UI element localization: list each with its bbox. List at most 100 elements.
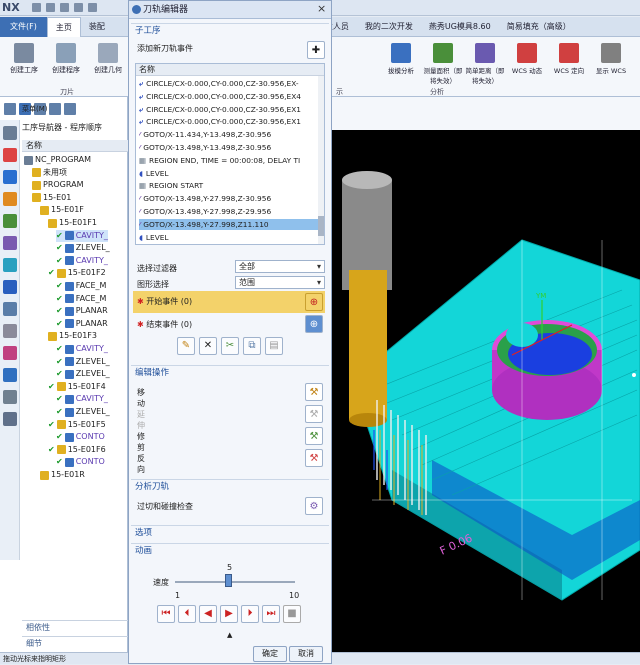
select-end-button[interactable]: ⊕ (305, 315, 323, 333)
edit-icon[interactable]: ✎ (177, 337, 195, 355)
tree-row[interactable]: ✔ 15-E01F4 (48, 381, 106, 393)
history-icon[interactable] (3, 324, 17, 338)
cut-icon[interactable] (74, 3, 83, 12)
tree-row[interactable]: ✔ ZLEVEL_ (56, 242, 110, 254)
tree-row[interactable]: ✔ CONTO (56, 431, 105, 443)
event-row[interactable]: ⤶ CIRCLE/CX-0.000,CY-0.000,CZ-30.956,EX- (139, 78, 319, 89)
method-view-icon[interactable] (64, 103, 76, 115)
delete-icon[interactable]: ✕ (199, 337, 217, 355)
tree-row[interactable]: ✔ ZLEVEL_ (56, 368, 110, 380)
section-edit[interactable]: 编辑操作 (131, 365, 329, 379)
end-event-row[interactable]: ✱ 结束事件 (0) (133, 314, 325, 336)
palette-icon[interactable] (3, 346, 17, 360)
select-start-button[interactable]: ⊕ (305, 293, 323, 311)
tree-row[interactable]: PROGRAM (32, 179, 84, 191)
tree-row[interactable]: ✔ CAVITY_ (56, 255, 108, 267)
tree-row[interactable]: ✔ CONTO (56, 456, 105, 468)
ribbon-tab-6[interactable]: 简易填充（高级） (499, 17, 579, 37)
tree-row[interactable]: 15-E01F3 (48, 330, 97, 342)
event-row[interactable]: ⁄ GOTO/X-13.498,Y-27.998,Z-29.956 (139, 206, 319, 217)
tree-row[interactable]: ✔ ZLEVEL_ (56, 406, 110, 418)
speed-slider-track[interactable] (175, 581, 295, 583)
navigator-icon[interactable] (3, 148, 17, 162)
paste-icon[interactable]: ▤ (265, 337, 283, 355)
machine-icon[interactable] (3, 214, 17, 228)
edit-item-button[interactable]: ⚒ (305, 405, 323, 423)
gouge-check-button[interactable]: ⚙ (305, 497, 323, 515)
event-list-scrollbar[interactable] (318, 76, 324, 244)
tree-row[interactable]: 15-E01 (32, 192, 71, 204)
tree-row[interactable]: ✔ ZLEVEL_ (56, 356, 110, 368)
redo-icon[interactable] (60, 3, 69, 12)
copy-icon[interactable] (88, 3, 97, 12)
filter-select[interactable]: 全部 (235, 260, 325, 273)
ribbon-right-button-2[interactable]: 简单距离（即将失效） (464, 41, 506, 87)
event-row[interactable]: ⁄ GOTO/X-13.498,Y-27.998,Z-30.956 (139, 193, 319, 204)
process-icon[interactable] (3, 412, 17, 426)
step-back-icon[interactable]: ⏴ (178, 605, 196, 623)
tree-row[interactable]: ✔ FACE_M (56, 280, 106, 292)
section-animation[interactable]: 动画 (131, 543, 329, 557)
tree-row[interactable]: ✔ CAVITY_ (56, 343, 108, 355)
tool-icon[interactable] (3, 236, 17, 250)
details-panel[interactable]: 细节 (22, 636, 128, 650)
event-row[interactable]: ⁄ GOTO/X-13.498,Y-27.998,Z11.110 (139, 218, 319, 230)
navigator-column-header[interactable]: 名称 (22, 140, 128, 152)
event-list[interactable]: 名称 ⤶ CIRCLE/CX-0.000,CY-0.000,CZ-30.956,E… (135, 63, 325, 245)
copy-icon[interactable]: ⧉ (243, 337, 261, 355)
save-icon[interactable] (32, 3, 41, 12)
ribbon-right-button-0[interactable]: 拔模分析 (380, 41, 422, 87)
tree-row[interactable]: ✔ CAVITY_ (56, 393, 108, 405)
geometry-view-icon[interactable] (49, 103, 61, 115)
step-forward-icon[interactable]: ⏵ (241, 605, 259, 623)
play-reverse-icon[interactable]: ◀ (199, 605, 217, 623)
ribbon-tab-2[interactable]: 装配 (81, 17, 113, 37)
ok-button[interactable]: 确定 (253, 646, 287, 662)
part-icon[interactable] (3, 170, 17, 184)
edit-item-button[interactable]: ⚒ (305, 449, 323, 467)
graphics-viewport[interactable]: YM F 0.06 (332, 130, 640, 652)
ribbon-right-button-3[interactable]: WCS 动态 (506, 41, 548, 87)
tree-row[interactable]: ✔ PLANAR (56, 318, 108, 330)
filter-icon[interactable] (4, 103, 16, 115)
cancel-button[interactable]: 取消 (289, 646, 323, 662)
report-icon[interactable] (3, 302, 17, 316)
settings-icon[interactable] (3, 126, 17, 140)
tree-row[interactable]: NC_PROGRAM (24, 154, 91, 166)
ribbon-button-2[interactable]: 创建几何 (88, 41, 128, 87)
ribbon-tab-4[interactable]: 我的二次开发 (357, 17, 421, 37)
tree-row[interactable]: 15-E01F (40, 204, 84, 216)
menu-button[interactable]: 菜单(M) (22, 104, 48, 114)
ribbon-button-0[interactable]: 创建工序 (4, 41, 44, 87)
material-icon[interactable] (3, 258, 17, 272)
stop-icon[interactable]: ■ (283, 605, 301, 623)
cut-icon[interactable]: ✂ (221, 337, 239, 355)
edit-item-button[interactable]: ⚒ (305, 383, 323, 401)
rewind-start-icon[interactable]: ⏮ (157, 605, 175, 623)
tree-row[interactable]: ✔ CAVITY_ (56, 229, 108, 242)
close-icon[interactable]: × (317, 2, 326, 15)
event-row[interactable]: ⤶ CIRCLE/CX-0.000,CY-0.000,CZ-30.956,EX1 (139, 104, 319, 115)
section-options[interactable]: 选项 (131, 525, 329, 539)
event-row[interactable]: ◖ LEVEL (139, 168, 319, 179)
collapse-icon[interactable]: ▲ (227, 631, 232, 639)
event-row[interactable]: ▦ REGION START (139, 180, 319, 191)
section-subop[interactable]: 子工序 (131, 23, 329, 37)
ribbon-button-1[interactable]: 创建程序 (46, 41, 86, 87)
tree-row[interactable]: ✔ 15-E01F5 (48, 419, 106, 431)
ribbon-tab-5[interactable]: 燕秀UG模具8.60 (421, 17, 499, 37)
tree-row[interactable]: ✔ FACE_M (56, 293, 106, 305)
speed-slider-thumb[interactable] (225, 574, 233, 587)
event-row[interactable]: ⁄ GOTO/X-11.434,Y-13.498,Z-30.956 (139, 129, 319, 140)
event-row[interactable]: ⤶ CIRCLE/CX-0.000,CY-0.000,CZ-30.956,EX1 (139, 116, 319, 127)
dependencies-panel[interactable]: 相依性 (22, 620, 128, 634)
tree-row[interactable]: 15-E01R (40, 469, 85, 481)
add-event-button[interactable]: ✚ (307, 41, 325, 59)
ribbon-right-button-5[interactable]: 显示 WCS (590, 41, 632, 87)
role-icon[interactable] (3, 368, 17, 382)
event-row[interactable]: ▦ REGION END, TIME = 00:00:08, DELAY TI (139, 155, 319, 166)
tree-row[interactable]: ✔ PLANAR (56, 305, 108, 317)
forward-end-icon[interactable]: ⏭ (262, 605, 280, 623)
undo-icon[interactable] (46, 3, 55, 12)
event-row[interactable]: ◖ LEVEL (139, 232, 319, 243)
